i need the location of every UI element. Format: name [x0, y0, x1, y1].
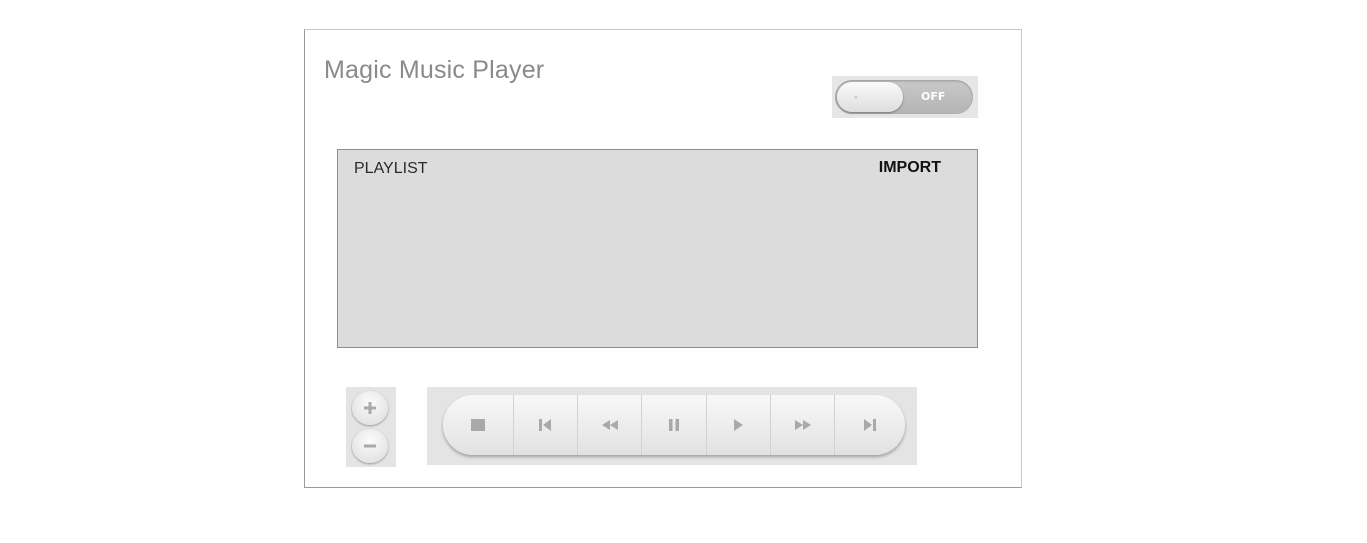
toggle-state-label: OFF [921, 90, 946, 103]
app-title: Magic Music Player [324, 56, 545, 84]
volume-down-button[interactable] [352, 429, 388, 463]
volume-control [346, 387, 396, 467]
playlist-label: PLAYLIST [354, 160, 428, 177]
next-button[interactable] [834, 395, 905, 455]
plus-icon [364, 402, 376, 414]
playlist-panel: PLAYLIST IMPORT [337, 149, 978, 348]
transport-frame [427, 387, 917, 465]
fast-forward-icon [794, 420, 811, 430]
skip-previous-icon [539, 419, 552, 431]
fast-forward-button[interactable] [769, 395, 834, 455]
rewind-icon [601, 420, 618, 430]
play-icon [734, 419, 744, 431]
minus-icon [364, 444, 376, 448]
stop-button[interactable] [443, 395, 513, 455]
toggle-knob[interactable]: ● [837, 82, 903, 112]
transport-controls [443, 395, 905, 455]
stop-icon [470, 419, 485, 431]
previous-button[interactable] [512, 395, 577, 455]
rewind-button[interactable] [577, 395, 641, 455]
import-button[interactable]: IMPORT [879, 159, 941, 177]
play-button[interactable] [705, 395, 770, 455]
player-window: Magic Music Player ● OFF PLAYLIST IMPORT [304, 29, 1022, 488]
power-toggle[interactable]: ● OFF [835, 80, 973, 114]
power-toggle-frame: ● OFF [832, 76, 978, 118]
pause-button[interactable] [641, 395, 705, 455]
skip-next-icon [864, 419, 877, 431]
knob-indicator-icon: ● [854, 95, 858, 101]
volume-up-button[interactable] [352, 391, 388, 425]
pause-icon [668, 419, 679, 431]
